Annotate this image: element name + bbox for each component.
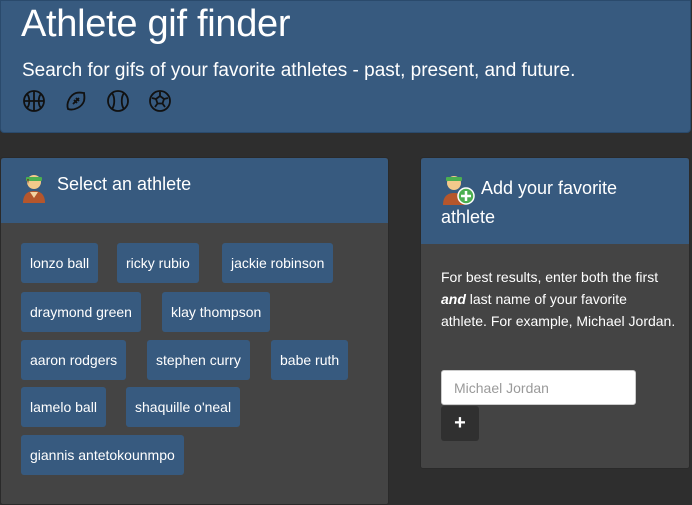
- basketball-icon: [22, 89, 46, 113]
- football-icon: [64, 89, 88, 113]
- athlete-button-jackie-robinson[interactable]: jackie robinson: [222, 243, 334, 283]
- athlete-button-draymond-green[interactable]: draymond green: [21, 292, 141, 332]
- add-athlete-help-text: For best results, enter both the first a…: [441, 269, 676, 329]
- baseball-icon: [106, 89, 130, 113]
- add-athlete-heading: Add your favorite athlete: [421, 158, 689, 244]
- athlete-name-input[interactable]: [441, 370, 636, 405]
- page-subtitle: Search for gifs of your favorite athlete…: [22, 60, 576, 81]
- athlete-button-shaquille-oneal[interactable]: shaquille o'neal: [126, 387, 241, 427]
- athlete-button-ricky-rubio[interactable]: ricky rubio: [117, 243, 199, 283]
- plus-icon: +: [454, 412, 466, 434]
- add-athlete-panel: Add your favorite athlete For best resul…: [420, 157, 690, 469]
- athlete-button-klay-thompson[interactable]: klay thompson: [162, 292, 271, 332]
- soccer-ball-icon: [148, 89, 172, 113]
- athlete-button-lonzo-ball[interactable]: lonzo ball: [21, 243, 99, 283]
- athlete-button-giannis-antetokounmpo[interactable]: giannis antetokounmpo: [21, 435, 184, 475]
- select-athlete-title: Select an athlete: [57, 174, 192, 194]
- page-title: Athlete gif finder: [21, 3, 291, 45]
- emphasis-and: and: [441, 291, 466, 307]
- athlete-button-lamelo-ball[interactable]: lamelo ball: [21, 387, 106, 427]
- athlete-button-stephen-curry[interactable]: stephen curry: [147, 340, 250, 380]
- add-athlete-title: Add your favorite athlete: [441, 178, 618, 227]
- athlete-button-babe-ruth[interactable]: babe ruth: [271, 340, 349, 380]
- add-athlete-button[interactable]: +: [441, 406, 479, 441]
- athlete-button-aaron-rodgers[interactable]: aaron rodgers: [21, 340, 127, 380]
- select-athlete-heading: Select an athlete: [1, 158, 388, 223]
- select-athlete-panel: Select an athlete lonzo ball ricky rubio…: [0, 157, 389, 505]
- athlete-avatar-icon: [21, 171, 47, 203]
- sport-icons: [22, 89, 172, 113]
- header-jumbotron: Athlete gif finder Search for gifs of yo…: [0, 0, 691, 133]
